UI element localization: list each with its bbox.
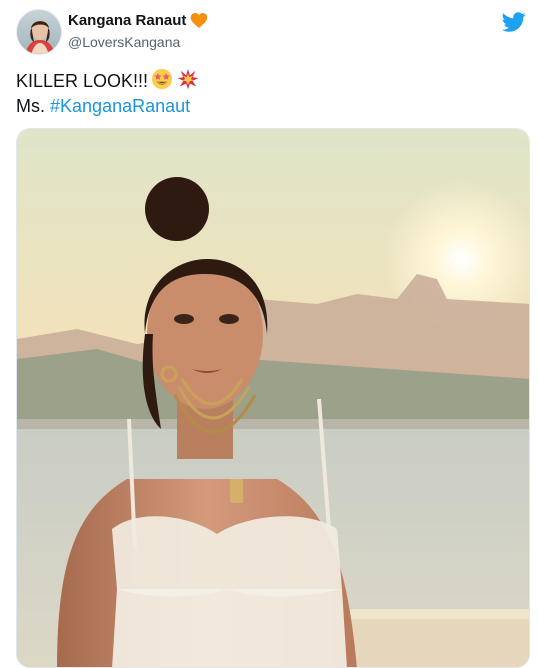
collision-emoji-icon bbox=[177, 68, 199, 90]
tweet-text-line-2: Ms. #KanganaRanaut bbox=[16, 94, 200, 119]
tweet-photo[interactable] bbox=[16, 128, 530, 668]
orange-heart-icon bbox=[191, 13, 208, 28]
author-name-row[interactable]: Kangana Ranaut bbox=[68, 12, 208, 29]
tweet-text-main: KILLER LOOK!!! bbox=[16, 71, 149, 91]
author-name[interactable]: Kangana Ranaut bbox=[68, 12, 186, 29]
author-handle[interactable]: @LoversKangana bbox=[68, 34, 180, 50]
tweet-text-prefix: Ms. bbox=[16, 96, 45, 116]
tweet-card: Kangana Ranaut @LoversKangana KILLER LOO… bbox=[0, 0, 538, 668]
star-struck-emoji-icon bbox=[151, 68, 173, 90]
author-avatar[interactable] bbox=[16, 9, 62, 55]
tweet-text-line-1: KILLER LOOK!!! bbox=[16, 68, 200, 94]
twitter-bird-icon[interactable] bbox=[502, 10, 526, 34]
hashtag-link[interactable]: #KanganaRanaut bbox=[50, 96, 190, 116]
tweet-text: KILLER LOOK!!! Ms. #KanganaRanaut bbox=[16, 68, 200, 119]
